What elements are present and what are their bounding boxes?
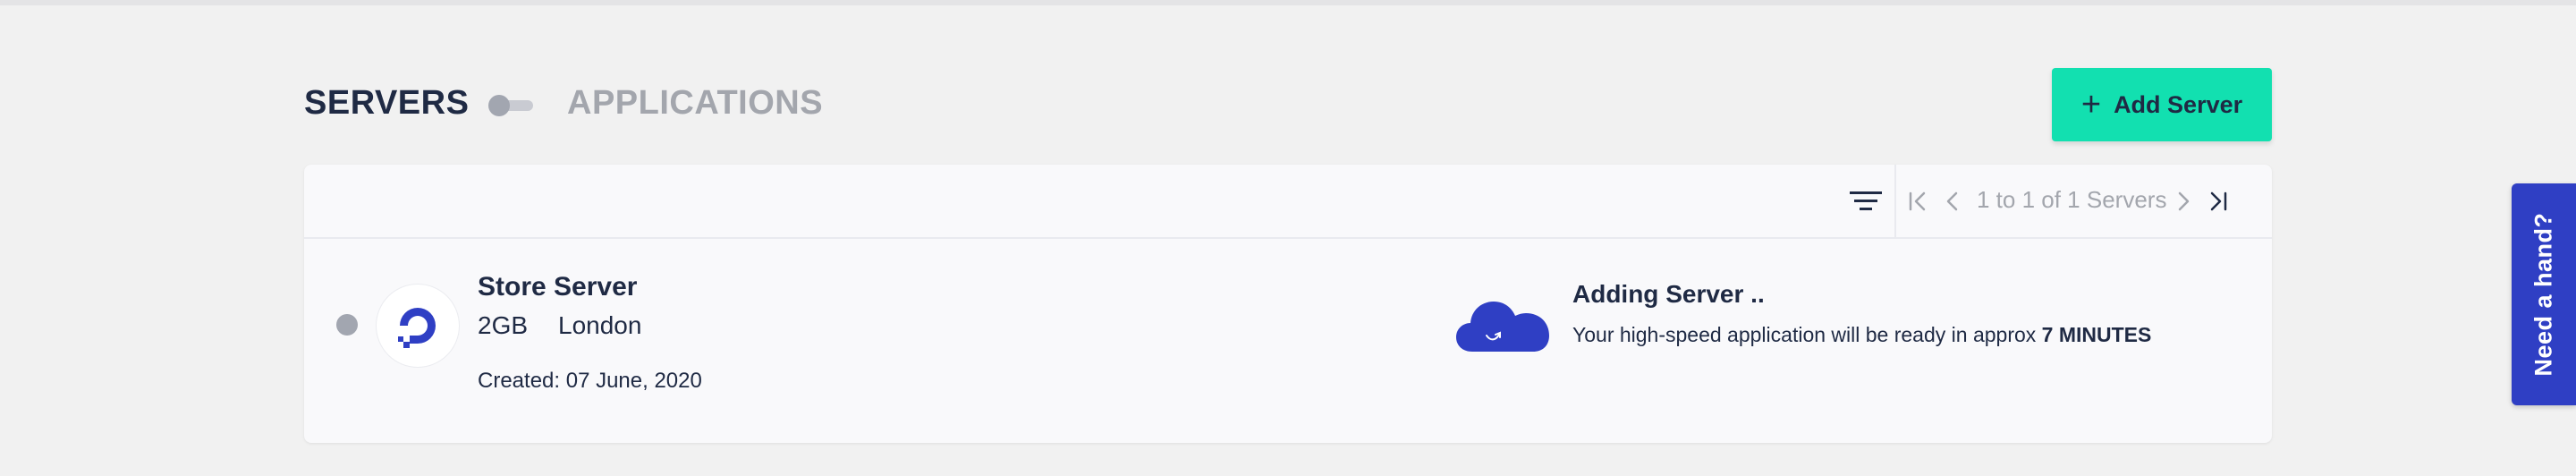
next-page-icon[interactable] (2172, 190, 2195, 213)
need-a-hand-tab[interactable]: Need a hand? (2512, 183, 2576, 405)
add-server-label: Add Server (2114, 90, 2243, 118)
plus-icon: + (2080, 86, 2102, 123)
list-toolbar: 1 to 1 of 1 Servers (304, 165, 2272, 239)
help-tab-label: Need a hand? (2529, 212, 2557, 377)
server-status-dot (336, 314, 358, 336)
server-status-title: Adding Server .. (1572, 280, 1765, 308)
cloud-icon (1456, 302, 1549, 352)
tab-servers[interactable]: SERVERS (304, 84, 469, 123)
servers-panel: 1 to 1 of 1 Servers Store Server 2GB Lon… (304, 165, 2272, 443)
tab-applications[interactable]: APPLICATIONS (567, 84, 823, 123)
server-size: 2GB (478, 311, 529, 339)
toolbar-divider (1894, 165, 1896, 237)
status-eta: 7 MINUTES (2041, 323, 2152, 346)
server-name[interactable]: Store Server (478, 272, 637, 302)
server-status-description: Your high-speed application will be read… (1572, 323, 2151, 347)
toggle-knob (488, 95, 510, 116)
digitalocean-logo-icon (376, 284, 460, 368)
server-row[interactable]: Store Server 2GB London Created: 07 June… (304, 239, 2272, 443)
server-created-date: Created: 07 June, 2020 (478, 369, 702, 393)
page-header: SERVERS APPLICATIONS (304, 68, 2272, 143)
status-description-text: Your high-speed application will be read… (1572, 323, 2037, 346)
first-page-icon[interactable] (1907, 190, 1930, 213)
servers-applications-toggle[interactable] (488, 95, 533, 116)
server-location: London (558, 311, 642, 339)
prev-page-icon[interactable] (1941, 190, 1964, 213)
top-border (0, 0, 2576, 5)
pagination-summary: 1 to 1 of 1 Servers (1977, 186, 2167, 213)
sort-lines-icon[interactable] (1850, 188, 1882, 215)
last-page-icon[interactable] (2206, 190, 2229, 213)
add-server-button[interactable]: + Add Server (2052, 68, 2272, 141)
